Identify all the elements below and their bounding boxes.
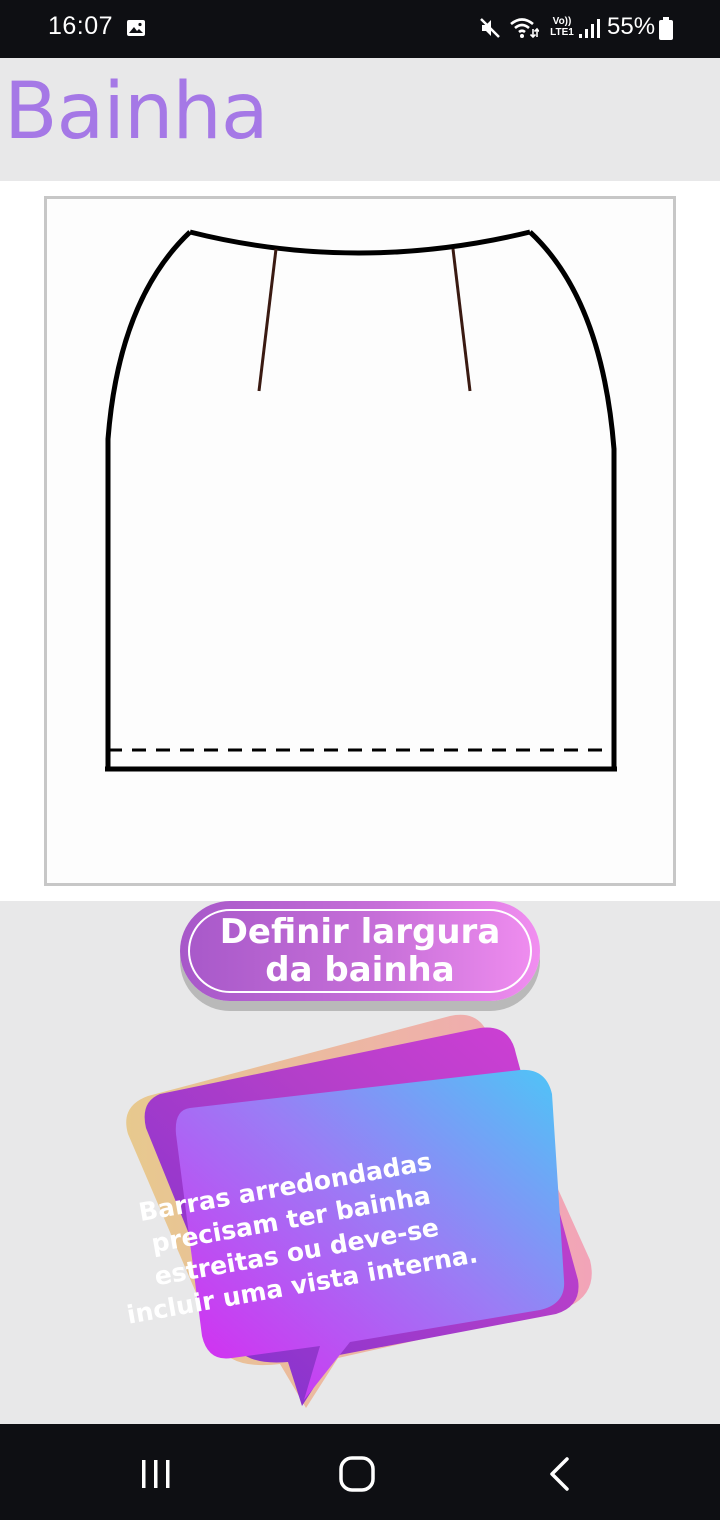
recent-apps-icon[interactable] (138, 1458, 174, 1490)
skirt-waistline (189, 229, 531, 256)
hem-button-label: Definir largura da bainha (219, 912, 501, 990)
battery-icon (659, 17, 673, 40)
home-icon[interactable] (337, 1454, 377, 1494)
status-time: 16:07 (48, 12, 114, 40)
hem-button-border: Definir largura da bainha (188, 909, 532, 993)
signal-icon (579, 19, 600, 38)
navigation-bar (0, 1424, 720, 1520)
mute-icon (480, 18, 500, 38)
status-bar: 16:07 Vo)) LTE1 55% (0, 0, 720, 58)
skirt-illustration (105, 229, 617, 772)
title-band: Bainha (0, 58, 720, 181)
illustration-panel (0, 181, 720, 901)
skirt-right-side (528, 230, 617, 769)
illustration-frame (44, 196, 676, 886)
page-title: Bainha (4, 67, 269, 157)
right-dart (451, 248, 472, 392)
set-hem-width-button[interactable]: Definir largura da bainha (180, 901, 540, 1001)
battery-percent: 55% (607, 13, 656, 40)
back-icon[interactable] (545, 1456, 575, 1492)
gallery-icon (127, 20, 145, 36)
lte-label: Vo)) LTE1 (550, 16, 574, 38)
skirt-left-side (105, 230, 192, 769)
left-dart (257, 248, 278, 392)
wifi-icon (510, 18, 539, 39)
